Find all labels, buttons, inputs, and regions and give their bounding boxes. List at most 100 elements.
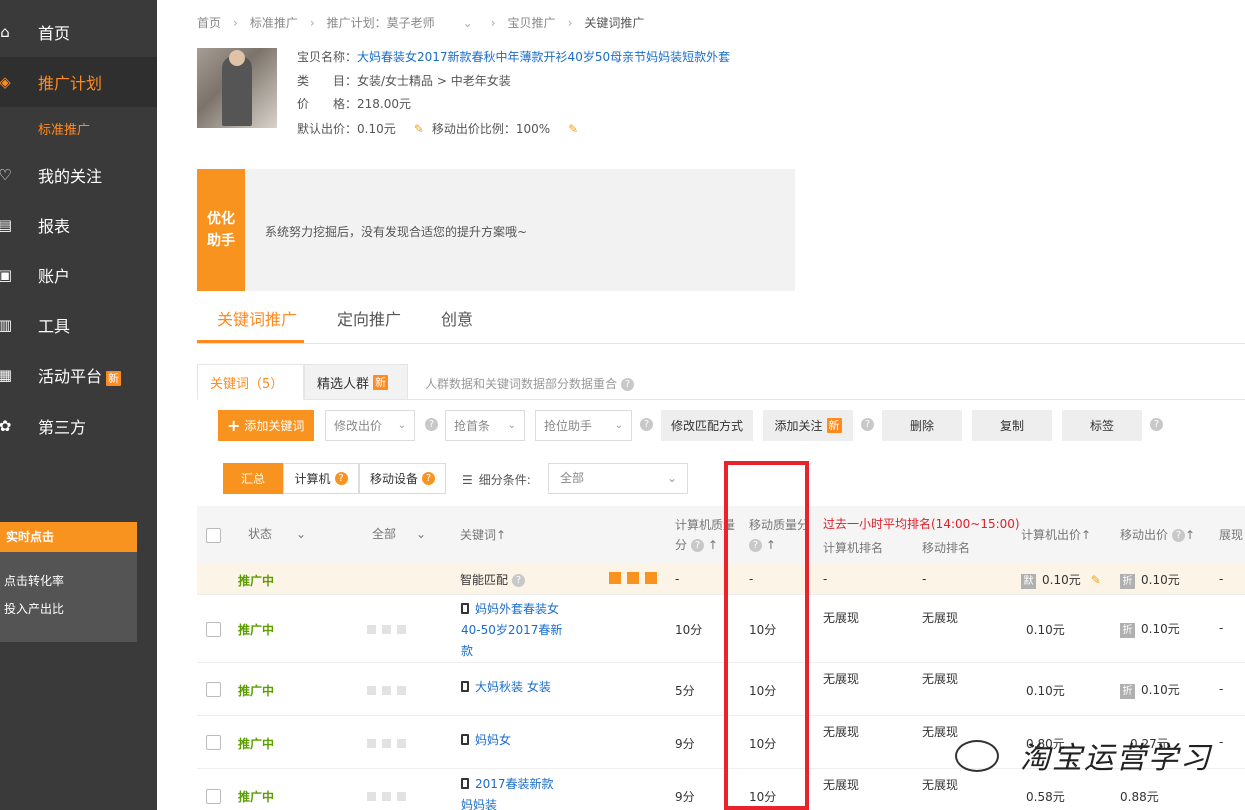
help-icon[interactable]: ? [861, 418, 874, 431]
optimizer-panel: 优化 助手 系统努力挖掘后，没有发现合适您的提升方案哦~ [197, 169, 795, 291]
tab-keyword-promotion[interactable]: 关键词推广 [217, 306, 297, 330]
realtime-conversion[interactable]: 点击转化率 [0, 572, 64, 589]
delete-button[interactable]: 删除 [882, 410, 962, 441]
subtab-note-text: 人群数据和关键词数据部分数据重合 [425, 377, 618, 391]
help-icon[interactable]: ? [425, 418, 438, 431]
realtime-title[interactable]: 实时点击 [0, 522, 137, 552]
product-category-row: 类 目：女装/女士精品 > 中老年女装 [297, 72, 511, 89]
help-icon[interactable]: ? [621, 378, 635, 391]
sidebar-subitem-standard[interactable]: 标准推广 [38, 119, 90, 138]
sidebar-item-label: 首页 [38, 24, 71, 43]
sidebar-item-account[interactable]: ▣ 账户 [0, 250, 157, 300]
sidebar-item-tools[interactable]: ▥ 工具 [0, 300, 157, 350]
edit-icon[interactable] [645, 572, 657, 584]
tab-targeted-promotion[interactable]: 定向推广 [337, 306, 401, 330]
modify-match-button[interactable]: 修改匹配方式 [661, 410, 753, 441]
breadcrumb-standard[interactable]: 标准推广 [250, 14, 298, 31]
mobile-ratio-label: 移动出价比例： [431, 122, 516, 136]
help-icon[interactable]: ? [334, 472, 348, 485]
filter-condition-select[interactable]: 全部 ⌄ [548, 463, 688, 494]
copy-button[interactable]: 复制 [972, 410, 1052, 441]
chevron-down-icon: ⌄ [397, 420, 406, 431]
tab-creative[interactable]: 创意 [441, 306, 473, 330]
filter-computer-label: 计算机 [294, 472, 331, 486]
sidebar-item-promotion-plan[interactable]: ◈ 推广计划 [0, 57, 157, 107]
row-status: 推广中 [238, 790, 275, 804]
row-keyword[interactable]: 大妈秋装 女装 [461, 677, 551, 698]
help-icon[interactable]: ? [640, 418, 653, 431]
row-placeholder-blocks [367, 684, 412, 698]
optimizer-tag: 优化 助手 [197, 169, 245, 291]
filter-condition-label: ☰ 细分条件: [462, 471, 531, 488]
modify-bid-dropdown[interactable]: 修改出价 ⌄ [325, 410, 415, 441]
select-all-checkbox[interactable] [206, 528, 221, 543]
grab-first-label: 抢首条 [454, 419, 491, 433]
help-icon[interactable]: ? [691, 539, 705, 552]
subtab-crowd[interactable]: 精选人群新 [304, 364, 408, 400]
grab-first-dropdown[interactable]: 抢首条 ⌄ [445, 410, 525, 441]
row-checkbox[interactable] [206, 735, 221, 750]
chevron-right-icon: › [309, 15, 315, 30]
column-mobile-bid[interactable]: 移动出价? ↑ [1120, 526, 1195, 543]
add-keyword-button[interactable]: + 添加关键词 [218, 410, 314, 441]
sidebar-item-home[interactable]: ⌂ 首页 [0, 7, 157, 57]
column-mobile-bid-label: 移动出价 [1120, 528, 1169, 542]
sidebar-item-follow[interactable]: ♡ 我的关注 [0, 150, 157, 200]
heart-icon: ♡ [0, 166, 12, 184]
row-checkbox[interactable] [206, 789, 221, 804]
wechat-icon [955, 740, 999, 772]
trend-icon[interactable] [627, 572, 639, 584]
gift-icon: ▦ [0, 366, 13, 384]
product-category: 女装/女士精品 > 中老年女装 [357, 74, 511, 88]
row-keyword[interactable]: 妈妈外套春装女 40-50岁2017春新款 [461, 599, 562, 662]
sidebar-item-label-text: 活动平台 [38, 367, 103, 386]
breadcrumb-plan[interactable]: 推广计划：莫子老师 [327, 14, 435, 31]
sidebar-item-third-party[interactable]: ✿ 第三方 [0, 401, 157, 451]
edit-pencil-icon[interactable]: ✎ [568, 122, 578, 136]
row-mobile-bid: 0.88元 [1120, 790, 1159, 804]
filter-computer[interactable]: 计算机? [283, 463, 359, 494]
subtab-keywords[interactable]: 关键词（5） [197, 364, 304, 400]
product-name-link[interactable]: 大妈春装女2017新款春秋中年薄款开衫40岁50母亲节妈妈装短款外套 [357, 50, 730, 64]
column-keyword[interactable]: 关键词↑ [460, 526, 506, 543]
column-pc-bid[interactable]: 计算机出价↑ [1021, 526, 1091, 543]
row-keyword[interactable]: 2017春装新款 妈妈装 [461, 774, 554, 810]
edit-pencil-icon[interactable]: ✎ [414, 122, 424, 136]
sidebar-item-report[interactable]: ▤ 报表 [0, 200, 157, 250]
row-mobile-rank: 无展现 [922, 778, 959, 792]
row-checkbox[interactable] [206, 622, 221, 637]
sidebar-item-label: 推广计划 [38, 74, 103, 93]
filter-mobile[interactable]: 移动设备? [359, 463, 446, 494]
help-icon[interactable]: ? [422, 472, 435, 485]
help-icon[interactable]: ? [1150, 418, 1163, 431]
optimizer-tag-line2: 助手 [207, 233, 235, 249]
row-pc-quality: 9分 [675, 790, 695, 804]
active-tab-indicator [197, 340, 304, 343]
chevron-down-icon[interactable]: ⌄ [463, 16, 473, 30]
help-icon[interactable]: ? [1172, 529, 1186, 542]
pause-icon[interactable] [609, 572, 621, 584]
row-checkbox[interactable] [206, 682, 221, 697]
watermark-text: 淘宝运营学习 [1020, 741, 1212, 776]
tags-button[interactable]: 标签 [1062, 410, 1142, 441]
sidebar-item-activity[interactable]: ▦ 活动平台新 [0, 350, 157, 400]
realtime-roi[interactable]: 投入产出比 [0, 600, 64, 617]
mobile-icon [461, 778, 469, 789]
row-pc-bid: 0.10元 [1026, 684, 1065, 698]
breadcrumb-item[interactable]: 宝贝推广 [508, 14, 556, 31]
row-keyword-text: 妈妈女 [475, 733, 512, 747]
chevron-down-icon: ⌄ [614, 420, 623, 431]
account-icon: ▣ [0, 266, 13, 284]
column-status[interactable]: 状态 ⌄ [248, 525, 306, 542]
row-keyword[interactable]: 妈妈女 [461, 730, 511, 751]
edit-pencil-icon[interactable]: ✎ [1091, 573, 1101, 587]
rank-helper-dropdown[interactable]: 抢位助手 ⌄ [535, 410, 632, 441]
product-thumbnail[interactable] [197, 48, 277, 128]
sort-icon: ↑ [1081, 528, 1092, 542]
add-follow-button[interactable]: 添加关注新 [763, 410, 853, 441]
column-all[interactable]: 全部 ⌄ [372, 525, 426, 542]
breadcrumb-home[interactable]: 首页 [197, 14, 221, 31]
row-mobile-rank: 无展现 [922, 611, 959, 625]
help-icon[interactable]: ? [512, 574, 526, 587]
filter-summary[interactable]: 汇总 [223, 463, 283, 494]
